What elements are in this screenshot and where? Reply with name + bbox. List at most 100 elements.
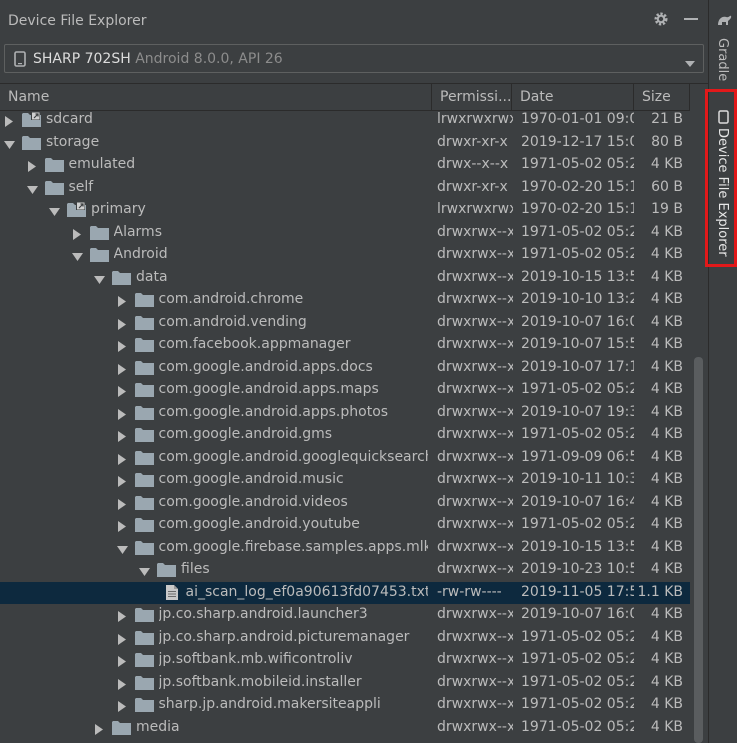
folder-row[interactable]: com.google.android.gms drwxrwx--x 1971-05-…	[0, 424, 690, 447]
date-cell: 2019-10-23 10:57	[521, 561, 634, 577]
folder-row[interactable]: primary lrwxrwxrwx 1970-02-20 15:12 19 B	[0, 199, 690, 222]
caret-right-icon[interactable]	[117, 295, 127, 307]
date-cell: 2019-11-05 17:56	[521, 583, 634, 600]
caret-right-icon[interactable]	[117, 430, 127, 442]
file-name: jp.co.sharp.android.picturemanager	[158, 628, 410, 645]
folder-row[interactable]: com.google.firebase.samples.apps.mlkit dr…	[0, 537, 690, 560]
folder-row[interactable]: com.google.android.youtube drwxrwx--x 1971…	[0, 514, 690, 537]
permissions-cell: drwxrwx--x	[437, 471, 513, 487]
panel-title-bar: Device File Explorer	[0, 0, 708, 40]
file-row[interactable]: ai_scan_log_ef0a90613fd07453.txt -rw-rw--…	[0, 581, 690, 604]
file-name: com.facebook.appmanager	[158, 336, 351, 352]
caret-down-icon[interactable]	[26, 183, 38, 194]
permissions-cell: drwxrwx--x	[437, 336, 513, 352]
column-header-name[interactable]: Name	[0, 84, 432, 110]
caret-right-icon[interactable]	[117, 408, 127, 420]
permissions-cell: lrwxrwxrwx	[437, 111, 513, 127]
caret-right-icon[interactable]	[117, 363, 127, 375]
gradle-tab[interactable]: Gradle	[709, 12, 737, 82]
size-cell: 60 B	[651, 178, 683, 195]
folder-row[interactable]: com.google.android.apps.photos drwxrwx--x…	[0, 402, 690, 425]
folder-row[interactable]: com.android.vending drwxrwx--x 2019-10-07 …	[0, 312, 690, 335]
caret-right-icon[interactable]	[117, 340, 127, 352]
folder-row[interactable]: media drwxrwx--x 1971-05-02 05:25 4 KB	[0, 717, 690, 740]
date-cell: 1971-05-02 05:25	[521, 246, 634, 262]
file-name: com.google.android.youtube	[158, 516, 360, 532]
folder-row[interactable]: com.facebook.appmanager drwxrwx--x 2019-10…	[0, 334, 690, 357]
folder-row[interactable]: com.google.android.apps.maps drwxrwx--x 19…	[0, 379, 690, 402]
caret-right-icon[interactable]	[117, 318, 127, 330]
folder-icon	[22, 135, 41, 150]
caret-right-icon[interactable]	[117, 678, 127, 690]
caret-right-icon[interactable]	[94, 723, 104, 735]
minimize-icon[interactable]	[682, 10, 700, 28]
caret-right-icon[interactable]	[117, 498, 127, 510]
caret-down-icon[interactable]	[49, 205, 60, 216]
caret-down-icon[interactable]	[71, 250, 83, 261]
folder-row[interactable]: jp.softbank.mobileid.installer drwxrwx--x…	[0, 672, 690, 695]
file-name: ai_scan_log_ef0a90613fd07453.txt	[185, 583, 429, 600]
folder-row[interactable]: jp.co.sharp.android.picturemanager drwxrw…	[0, 627, 690, 650]
folder-row[interactable]: Android drwxrwx--x 1971-05-02 05:25 4 KB	[0, 244, 690, 267]
caret-right-icon[interactable]	[117, 520, 127, 532]
folder-row[interactable]: sdcard lrwxrwxrwx 1970-01-01 09:00 21 B	[0, 109, 690, 132]
column-header-date[interactable]: Date	[512, 84, 634, 110]
folder-icon	[134, 450, 154, 465]
folder-row[interactable]: files drwxrwx--x 2019-10-23 10:57 4 KB	[0, 559, 690, 582]
caret-right-icon[interactable]	[117, 453, 127, 465]
device-selector[interactable]: SHARP 702SH Android 8.0.0, API 26	[4, 44, 704, 73]
folder-row[interactable]: Alarms drwxrwx--x 1971-05-02 05:25 4 KB	[0, 222, 690, 245]
permissions-cell: drwxrwx--x	[437, 718, 513, 735]
caret-right-icon[interactable]	[117, 610, 127, 622]
file-name: files	[181, 561, 210, 577]
file-name: primary	[91, 201, 146, 217]
folder-row[interactable]: emulated drwx--x--x 1971-05-02 05:25 4 KB	[0, 154, 690, 177]
file-name: com.android.vending	[158, 313, 307, 330]
folder-row[interactable]: com.google.android.videos drwxrwx--x 2019-…	[0, 492, 690, 515]
column-header-permissions[interactable]: Permissi...	[432, 84, 512, 110]
caret-right-icon[interactable]	[117, 655, 127, 667]
caret-right-icon[interactable]	[117, 633, 127, 645]
file-name: emulated	[68, 156, 136, 172]
caret-down-icon[interactable]	[94, 273, 105, 284]
caret-down-icon[interactable]	[116, 543, 128, 554]
caret-right-icon[interactable]	[4, 115, 14, 127]
caret-right-icon[interactable]	[117, 475, 127, 487]
folder-row[interactable]: data drwxrwx--x 2019-10-15 13:54 4 KB	[0, 267, 690, 290]
caret-right-icon[interactable]	[117, 385, 127, 397]
date-cell: 2019-10-15 13:54	[521, 268, 634, 285]
column-header-size[interactable]: Size	[634, 84, 690, 110]
size-cell: 4 KB	[650, 336, 683, 352]
date-cell: 2019-12-17 15:06	[521, 133, 634, 150]
folder-row[interactable]: storage drwxr-xr-x 2019-12-17 15:06 80 B	[0, 132, 690, 155]
gradle-icon	[716, 12, 732, 31]
folder-icon	[134, 675, 154, 690]
caret-right-icon[interactable]	[72, 228, 82, 240]
folder-row[interactable]: jp.softbank.mb.wificontroliv drwxrwx--x 19…	[0, 649, 690, 672]
caret-right-icon[interactable]	[117, 700, 127, 712]
folder-row[interactable]: com.google.android.googlequicksearchb drw…	[0, 447, 690, 470]
size-cell: 4 KB	[650, 403, 683, 420]
folder-icon	[112, 270, 131, 285]
folder-row[interactable]: com.android.chrome drwxrwx--x 2019-10-10 1…	[0, 289, 690, 312]
caret-right-icon[interactable]	[27, 160, 37, 172]
device-file-explorer-panel: Device File Explorer SHARP 702SH Android…	[0, 0, 708, 743]
folder-icon	[89, 247, 109, 262]
folder-row[interactable]: jp.co.sharp.android.launcher3 drwxrwx--x 2…	[0, 604, 690, 627]
file-tree: sdcard lrwxrwxrwx 1970-01-01 09:00 21 B stor…	[0, 109, 690, 743]
date-cell: 1971-05-02 05:25	[521, 426, 634, 442]
size-cell: 4 KB	[650, 628, 683, 645]
permissions-cell: drwxrwx--x	[437, 246, 513, 262]
file-name: sharp.jp.android.makersiteappli	[158, 696, 381, 712]
gear-icon[interactable]	[652, 10, 670, 28]
permissions-cell: drwxrwx--x	[437, 448, 513, 465]
scrollbar-thumb[interactable]	[694, 357, 703, 743]
highlight-box	[705, 89, 737, 267]
permissions-cell: drwxrwx--x	[437, 381, 513, 397]
caret-down-icon[interactable]	[139, 565, 150, 576]
folder-row[interactable]: self drwxr-xr-x 1970-02-20 15:12 60 B	[0, 177, 690, 200]
folder-row[interactable]: com.google.android.apps.docs drwxrwx--x 20…	[0, 357, 690, 380]
folder-row[interactable]: com.google.android.music drwxrwx--x 2019-1…	[0, 469, 690, 492]
caret-down-icon[interactable]	[4, 138, 15, 149]
folder-row[interactable]: sharp.jp.android.makersiteappli drwxrwx--…	[0, 694, 690, 717]
